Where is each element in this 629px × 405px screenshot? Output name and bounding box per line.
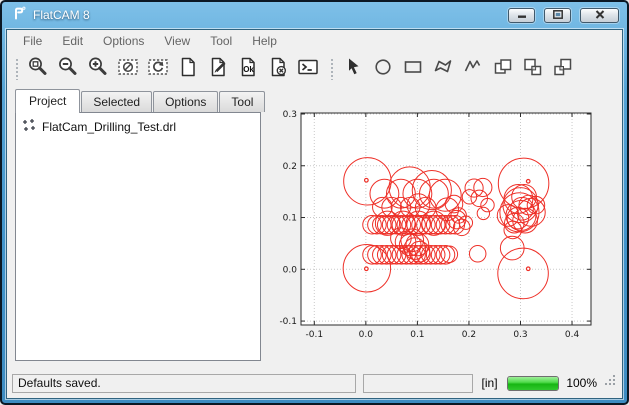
cancel-edit-icon <box>266 55 290 84</box>
zoom-in-icon <box>86 55 110 84</box>
svg-text:Ok: Ok <box>243 64 254 73</box>
menubar: FileEditOptionsViewToolHelp <box>7 30 622 51</box>
plot-canvas[interactable]: -0.1 0.0 0.1 0.2 0.3 0.4 -0.1 0.0 0.1 0.2 0.3 <box>267 89 618 365</box>
new-geometry-icon <box>176 55 200 84</box>
plot-figure: -0.1 0.0 0.1 0.2 0.3 0.4 -0.1 0.0 0.1 0.2 0.3 <box>267 89 618 369</box>
copy-geometry-icon <box>521 55 545 84</box>
tab-selected[interactable]: Selected <box>81 91 152 112</box>
client-area: FileEditOptionsViewToolHelp Ok ProjectSe… <box>6 29 623 399</box>
maximize-icon <box>553 6 563 24</box>
units-label: [in] <box>482 376 498 390</box>
toolbar-zoom-out-button[interactable] <box>54 56 81 83</box>
toolbar-replot-button[interactable] <box>144 56 171 83</box>
toolbar-group-edit <box>339 56 579 83</box>
resize-grip[interactable] <box>604 374 617 392</box>
toolbar-zoom-fit-button[interactable] <box>24 56 51 83</box>
menu-tool[interactable]: Tool <box>200 31 242 51</box>
draw-path-icon <box>461 55 485 84</box>
menu-help[interactable]: Help <box>242 31 287 51</box>
tree-item-label: FlatCam_Drilling_Test.drl <box>42 120 176 134</box>
tab-bar: ProjectSelectedOptionsTool <box>15 89 261 112</box>
toolbar-cancel-edit-button[interactable] <box>264 56 291 83</box>
maximize-button[interactable] <box>544 8 571 23</box>
menu-options[interactable]: Options <box>93 31 154 51</box>
toolbar-edit-geometry-button[interactable] <box>204 56 231 83</box>
select-icon <box>341 55 365 84</box>
progress-fill <box>508 377 559 390</box>
clear-plot-icon <box>116 55 140 84</box>
minimize-button[interactable] <box>508 8 535 23</box>
minimize-icon <box>517 6 527 24</box>
titlebar[interactable]: FlatCAM 8 <box>2 2 627 28</box>
y-tick-label: 0.3 <box>283 110 297 120</box>
toolbar-draw-rectangle-button[interactable] <box>399 56 426 83</box>
tree-item[interactable]: FlatCam_Drilling_Test.drl <box>20 116 256 137</box>
shell-icon <box>296 55 320 84</box>
toolbar-copy-geometry-button[interactable] <box>519 56 546 83</box>
polygon-union-icon <box>491 55 515 84</box>
statusbar: Defaults saved. [in] 100% <box>7 371 622 395</box>
toolbar-handle[interactable] <box>15 58 19 80</box>
edit-geometry-icon <box>206 55 230 84</box>
tab-project[interactable]: Project <box>15 89 80 113</box>
toolbar-update-geometry-button[interactable]: Ok <box>234 56 261 83</box>
x-tick-label: -0.1 <box>306 330 324 340</box>
toolbar-draw-circle-button[interactable] <box>369 56 396 83</box>
toolbar-handle-2[interactable] <box>330 58 334 80</box>
y-tick-label: 0.1 <box>283 214 297 224</box>
toolbar: Ok <box>7 51 622 87</box>
app-icon <box>11 5 27 26</box>
progress-percent-label: 100% <box>566 376 597 390</box>
move-geometry-icon <box>551 55 575 84</box>
window-title: FlatCAM 8 <box>33 8 90 22</box>
flatcam-window: FlatCAM 8 FileEditOptionsViewToolHelp <box>0 0 629 405</box>
toolbar-move-geometry-button[interactable] <box>549 56 576 83</box>
update-geometry-icon: Ok <box>236 55 260 84</box>
toolbar-shell-button[interactable] <box>294 56 321 83</box>
toolbar-new-geometry-button[interactable] <box>174 56 201 83</box>
progress-bar <box>507 376 560 391</box>
y-tick-label: -0.1 <box>279 317 297 327</box>
toolbar-draw-path-button[interactable] <box>459 56 486 83</box>
x-tick-label: 0.3 <box>513 330 527 340</box>
menu-edit[interactable]: Edit <box>52 31 93 51</box>
draw-circle-icon <box>371 55 395 84</box>
main-area: ProjectSelectedOptionsTool FlatCam_Drill… <box>7 87 622 369</box>
x-tick-label: 0.2 <box>462 330 476 340</box>
toolbar-clear-plot-button[interactable] <box>114 56 141 83</box>
status-message: Defaults saved. <box>12 374 356 393</box>
menu-view[interactable]: View <box>154 31 200 51</box>
toolbar-group-plot: Ok <box>24 56 324 83</box>
tab-options[interactable]: Options <box>153 91 218 112</box>
tab-tool[interactable]: Tool <box>219 91 265 112</box>
x-tick-label: 0.0 <box>359 330 374 340</box>
zoom-out-icon <box>56 55 80 84</box>
draw-rectangle-icon <box>401 55 425 84</box>
menu-file[interactable]: File <box>13 31 52 51</box>
toolbar-zoom-in-button[interactable] <box>84 56 111 83</box>
close-icon <box>595 6 605 24</box>
x-tick-label: 0.1 <box>410 330 424 340</box>
y-tick-label: 0.2 <box>283 162 297 172</box>
toolbar-select-button[interactable] <box>339 56 366 83</box>
project-tree[interactable]: FlatCam_Drilling_Test.drl <box>15 112 261 361</box>
window-controls <box>508 8 619 23</box>
toolbar-draw-polygon-button[interactable] <box>429 56 456 83</box>
replot-icon <box>146 55 170 84</box>
zoom-fit-icon <box>26 55 50 84</box>
y-tick-label: 0.0 <box>283 265 298 275</box>
drill-icon <box>22 118 36 135</box>
close-button[interactable] <box>580 8 619 23</box>
toolbar-polygon-union-button[interactable] <box>489 56 516 83</box>
draw-polygon-icon <box>431 55 455 84</box>
left-panel: ProjectSelectedOptionsTool FlatCam_Drill… <box>15 89 261 361</box>
status-aux-panel <box>363 374 473 393</box>
x-tick-label: 0.4 <box>565 330 580 340</box>
